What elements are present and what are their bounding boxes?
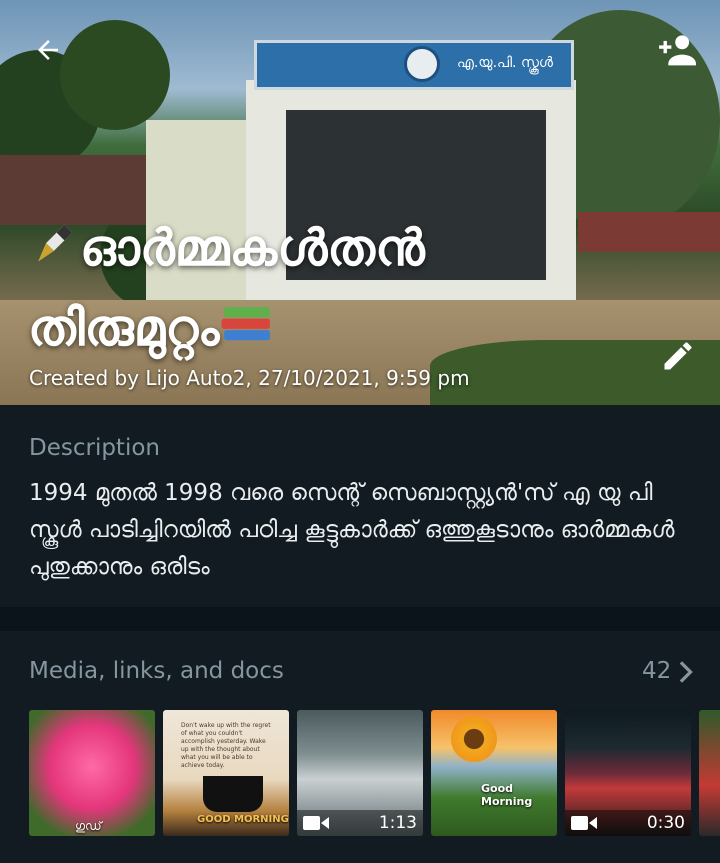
group-header: എ.യു.പി. സ്കൂൾ ഓർമ്മകൾതൻ തിരുമുറ്റം Crea… — [0, 0, 720, 405]
media-thumbnails: ഗുഡ് Don't wake up with the regret of wh… — [29, 710, 720, 836]
videocam-icon — [303, 816, 329, 830]
add-participant-button[interactable] — [650, 28, 702, 72]
thumbnail-caption: ഗുഡ് — [75, 819, 102, 833]
fountain-pen-icon — [28, 214, 80, 290]
edit-pencil-icon — [664, 342, 692, 370]
add-person-icon — [659, 35, 696, 66]
roof — [578, 212, 720, 252]
section-divider — [0, 607, 720, 631]
sunflower — [451, 716, 497, 762]
thumbnail-quote-text: Don't wake up with the regret of what yo… — [181, 722, 271, 769]
media-section: Media, links, and docs 42 ഗുഡ് Don't wak… — [0, 631, 720, 863]
thumbnail-caption: GOOD MORNING — [197, 814, 289, 825]
video-duration: 0:30 — [646, 813, 685, 833]
group-title-line1: ഓർമ്മകൾതൻ — [80, 219, 425, 277]
books-icon — [219, 293, 275, 369]
media-label[interactable]: Media, links, and docs — [29, 658, 284, 684]
video-duration: 1:13 — [378, 813, 417, 833]
media-thumbnail-video-1[interactable]: 1:13 — [297, 710, 423, 836]
media-thumbnail-sunflower[interactable]: Good Morning — [431, 710, 557, 836]
group-created-info: Created by Lijo Auto2, 27/10/2021, 9:59 … — [29, 366, 470, 390]
video-info-bar: 0:30 — [565, 810, 691, 836]
back-button[interactable] — [24, 30, 72, 70]
video-info-bar: 1:13 — [297, 810, 423, 836]
media-count[interactable]: 42 — [642, 658, 671, 684]
thumbnail-caption: Good Morning — [481, 782, 533, 808]
back-arrow-icon — [38, 40, 58, 60]
videocam-icon — [571, 816, 597, 830]
media-thumbnail-rose[interactable]: ഗുഡ് — [29, 710, 155, 836]
media-thumbnail-partial[interactable] — [699, 710, 720, 836]
chevron-right-icon[interactable] — [676, 661, 694, 683]
coffee-cup — [203, 776, 263, 812]
edit-group-button[interactable] — [654, 334, 702, 378]
description-text: 1994 മുതൽ 1998 വരെ സെന്റ് സെബാസ്റ്റ്യൻ'സ… — [29, 480, 675, 580]
description-label: Description — [29, 435, 160, 461]
media-thumbnail-quote[interactable]: Don't wake up with the regret of what yo… — [163, 710, 289, 836]
signboard-text: എ.യു.പി. സ്കൂൾ — [457, 55, 553, 71]
group-title-line2: തിരുമുറ്റം — [28, 298, 220, 357]
media-thumbnail-video-2[interactable]: 0:30 — [565, 710, 691, 836]
description-section[interactable]: Description 1994 മുതൽ 1998 വരെ സെന്റ് സെ… — [0, 405, 720, 607]
group-title: ഓർമ്മകൾതൻ തിരുമുറ്റം — [28, 210, 588, 369]
school-emblem — [404, 46, 440, 82]
